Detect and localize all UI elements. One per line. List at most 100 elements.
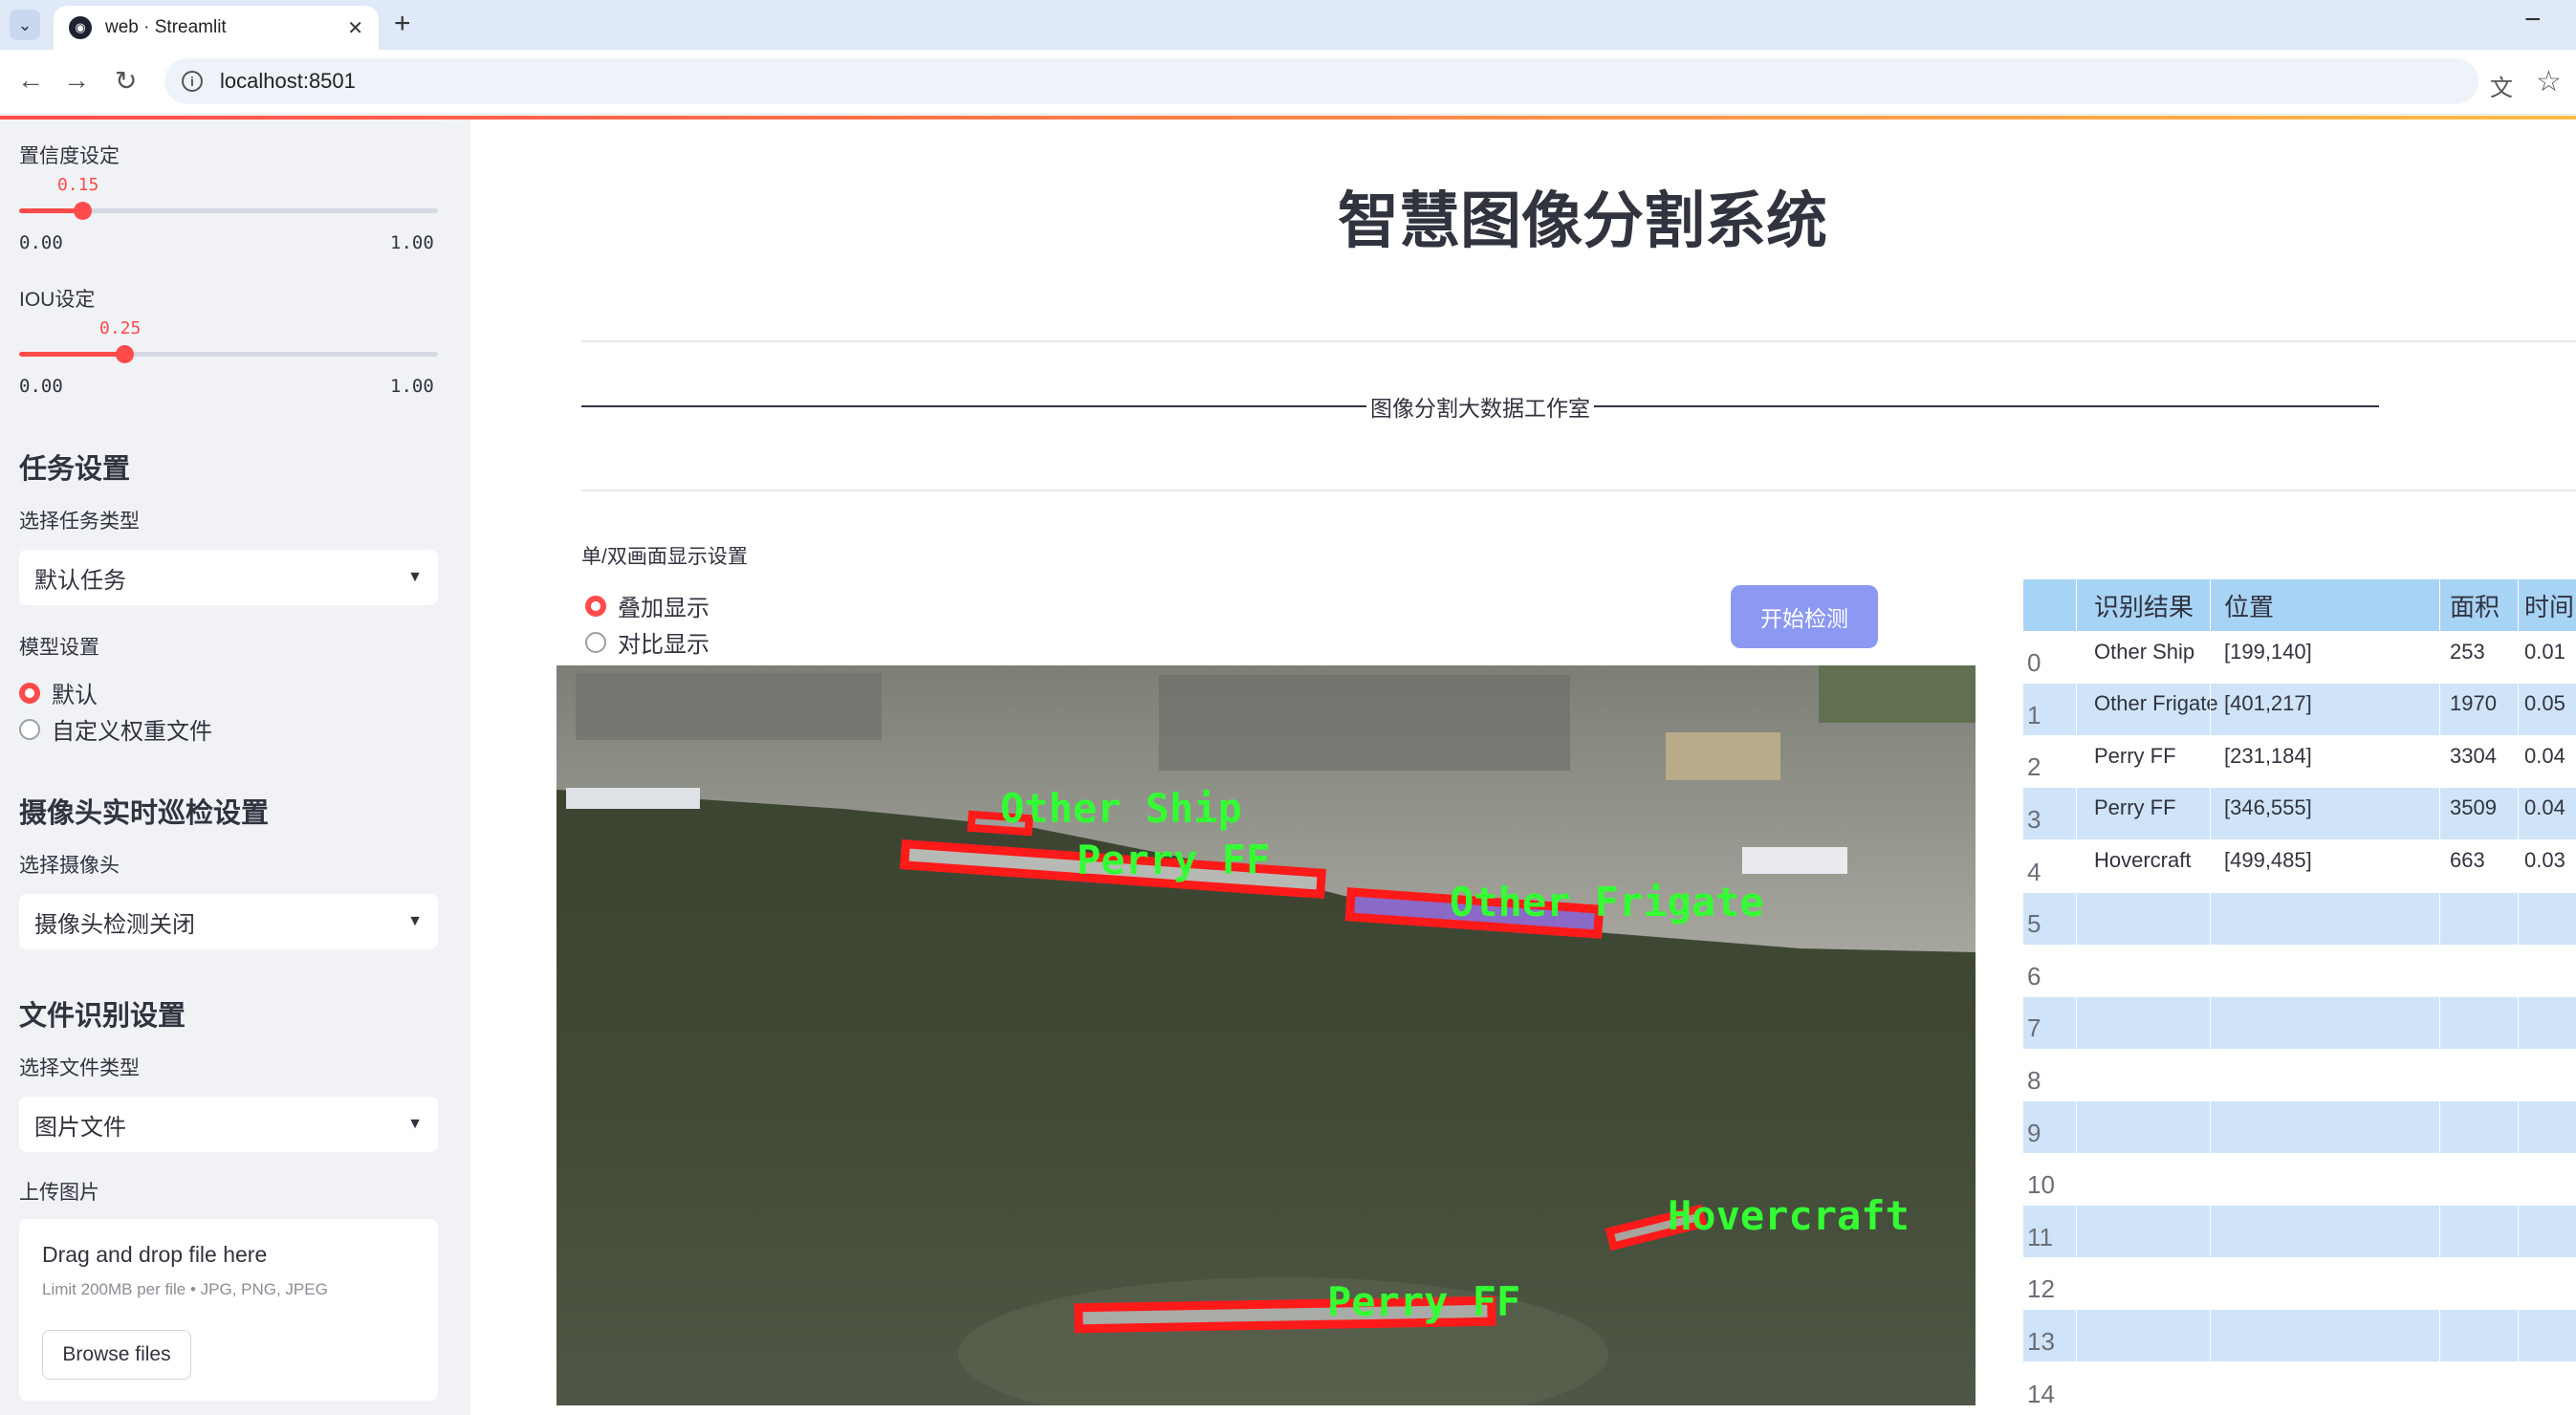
upload-limit: Limit 200MB per file • JPG, PNG, JPEG	[42, 1280, 328, 1298]
studio-text: 图像分割大数据工作室	[1370, 396, 1590, 421]
radio-unselected-icon[interactable]	[585, 631, 606, 653]
vegetation	[1819, 665, 1976, 723]
parking-lot	[1159, 675, 1570, 771]
row-index: 13	[2027, 1326, 2055, 1356]
camera-select[interactable]: 摄像头检测关闭 ▼	[19, 894, 438, 949]
dash-line-left	[581, 405, 1366, 407]
table-cell: Other Frigate	[2094, 691, 2218, 716]
row-index: 6	[2027, 961, 2041, 990]
table-row[interactable]: 5	[2023, 892, 2576, 945]
confidence-slider-thumb[interactable]	[73, 202, 92, 220]
parking-lot	[576, 673, 882, 740]
forward-arrow-icon[interactable]: →	[63, 65, 90, 96]
page-title: 智慧图像分割系统	[1338, 186, 1827, 255]
table-cell: 0.04	[2524, 743, 2565, 768]
row-index: 14	[2027, 1379, 2055, 1408]
row-index: 4	[2027, 857, 2041, 886]
task-settings-heading: 任务设置	[19, 454, 131, 485]
display-option-compare[interactable]: 对比显示	[585, 625, 709, 659]
address-bar: ← → ↻ i localhost:8501 文 ☆	[0, 50, 2576, 115]
table-row[interactable]: 6	[2023, 945, 2576, 997]
chevron-down-icon: ▼	[407, 1116, 423, 1132]
divider	[581, 490, 2576, 491]
file-type-select[interactable]: 图片文件 ▼	[19, 1097, 438, 1152]
model-option-custom[interactable]: 自定义权重文件	[19, 712, 212, 746]
row-index: 2	[2027, 752, 2041, 782]
file-type-label: 选择文件类型	[19, 1057, 140, 1079]
close-tab-icon[interactable]: ✕	[347, 16, 363, 40]
detection-label: Other Ship	[1000, 785, 1242, 832]
table-row[interactable]: 12	[2023, 1257, 2576, 1310]
start-detection-button[interactable]: 开始检测	[1731, 585, 1878, 648]
table-header-cell[interactable]: 时间	[2524, 579, 2574, 631]
table-header-row: 识别结果 位置 面积 时间	[2023, 579, 2576, 631]
translate-icon[interactable]: 文	[2490, 69, 2513, 102]
table-row[interactable]: 10	[2023, 1153, 2576, 1206]
row-index: 5	[2027, 909, 2041, 939]
table-row[interactable]: 11	[2023, 1206, 2576, 1258]
radio-selected-icon[interactable]	[19, 682, 40, 704]
new-tab-icon[interactable]: +	[394, 8, 411, 40]
iou-slider[interactable]	[19, 345, 438, 363]
detection-label: Hovercraft	[1668, 1192, 1910, 1239]
table-cell: 0.05	[2524, 691, 2565, 716]
table-row[interactable]: 14	[2023, 1362, 2576, 1414]
minimize-window-icon[interactable]: −	[2524, 4, 2542, 36]
browser-tab[interactable]: ◉ web · Streamlit ✕	[54, 6, 379, 50]
table-row[interactable]: 4 Hovercraft [499,485] 663 0.03	[2023, 840, 2576, 892]
column-divider	[2076, 579, 2077, 1415]
table-cell: 663	[2450, 848, 2485, 872]
camera-value: 摄像头检测关闭	[34, 911, 195, 938]
table-row[interactable]: 0 Other Ship [199,140] 253 0.01	[2023, 631, 2576, 684]
table-row[interactable]: 13	[2023, 1310, 2576, 1362]
confidence-slider[interactable]	[19, 202, 438, 220]
row-index: 0	[2027, 648, 2041, 678]
chevron-down-icon: ▼	[407, 569, 423, 585]
site-info-icon[interactable]: i	[182, 71, 203, 92]
table-cell: 1970	[2450, 691, 2497, 716]
radio-selected-icon[interactable]	[585, 595, 606, 617]
table-row[interactable]: 2 Perry FF [231,184] 3304 0.04	[2023, 735, 2576, 788]
model-option-default[interactable]: 默认	[19, 676, 98, 709]
table-row[interactable]: 9	[2023, 1101, 2576, 1153]
browse-files-button[interactable]: Browse files	[42, 1330, 191, 1380]
back-arrow-icon[interactable]: ←	[17, 65, 44, 96]
column-divider	[2439, 579, 2440, 1415]
model-settings-label: 模型设置	[19, 637, 99, 659]
upload-title: Drag and drop file here	[42, 1242, 268, 1267]
results-table[interactable]: 识别结果 位置 面积 时间 0 Other Ship [199,140] 253 0.01 1 Ot…	[2023, 579, 2576, 1415]
table-row[interactable]: 8	[2023, 1049, 2576, 1101]
camera-settings-heading: 摄像头实时巡检设置	[19, 798, 270, 829]
table-row[interactable]: 1 Other Frigate [401,217] 1970 0.05	[2023, 684, 2576, 736]
model-option-custom-label: 自定义权重文件	[52, 719, 212, 745]
url-field[interactable]: i localhost:8501	[164, 58, 2478, 104]
tab-search-icon[interactable]: ⌄	[10, 10, 40, 40]
row-index: 11	[2027, 1222, 2053, 1252]
table-cell: Other Ship	[2094, 639, 2195, 664]
table-row[interactable]: 7	[2023, 996, 2576, 1049]
reload-icon[interactable]: ↻	[115, 65, 137, 97]
confidence-min: 0.00	[19, 232, 63, 253]
table-header-cell[interactable]: 识别结果	[2094, 579, 2194, 631]
confidence-label: 置信度设定	[19, 145, 120, 167]
table-row[interactable]: 3 Perry FF [346,555] 3509 0.04	[2023, 788, 2576, 840]
iou-slider-thumb[interactable]	[115, 345, 134, 363]
file-uploader-dropzone[interactable]: Drag and drop file here Limit 200MB per …	[19, 1219, 438, 1401]
row-index: 10	[2027, 1170, 2055, 1200]
pier-structure	[566, 788, 700, 809]
table-header-cell[interactable]: 面积	[2450, 579, 2500, 631]
table-cell: Perry FF	[2094, 743, 2176, 768]
table-header-cell[interactable]: 位置	[2224, 579, 2274, 631]
upload-label: 上传图片	[19, 1182, 99, 1204]
bookmark-star-icon[interactable]: ☆	[2536, 65, 2562, 98]
file-settings-heading: 文件识别设置	[19, 1001, 186, 1032]
detection-result-image: Other Ship Perry FF Other Frigate Hoverc…	[557, 665, 1976, 1405]
table-cell: [231,184]	[2224, 743, 2312, 768]
camera-label: 选择摄像头	[19, 855, 120, 877]
iou-label: IOU设定	[19, 289, 96, 311]
column-divider	[2518, 579, 2519, 1415]
display-option-overlay[interactable]: 叠加显示	[585, 589, 709, 622]
task-type-value: 默认任务	[34, 567, 126, 594]
radio-unselected-icon[interactable]	[19, 718, 40, 740]
task-type-select[interactable]: 默认任务 ▼	[19, 550, 438, 605]
